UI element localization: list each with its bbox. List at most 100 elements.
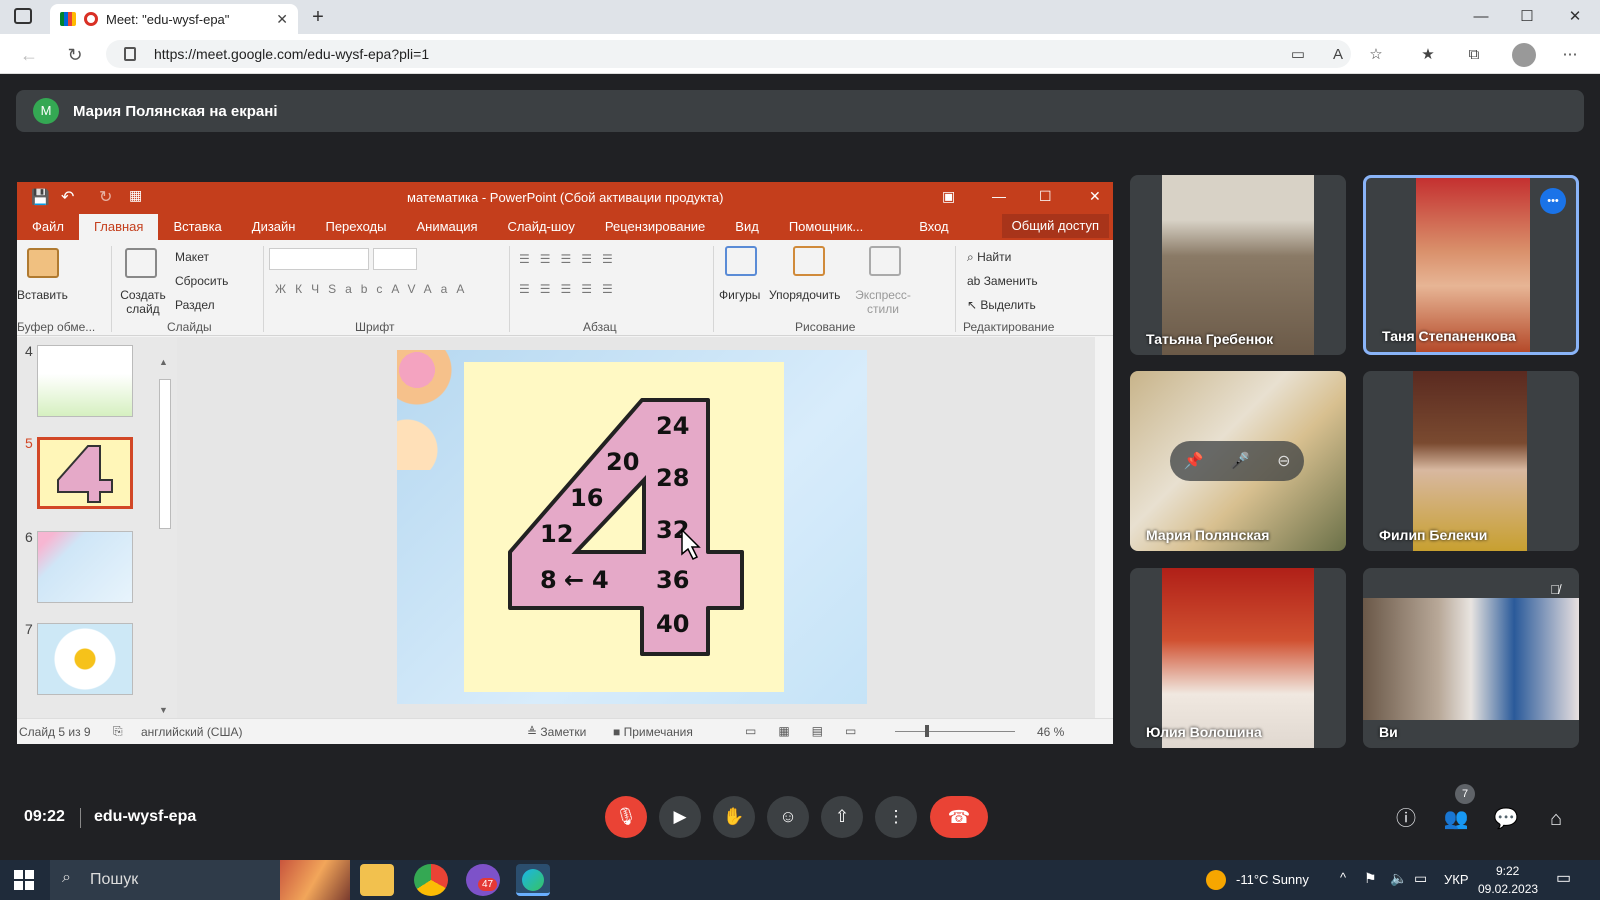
participant-tile[interactable]: Филип Белекчи [1363,371,1579,551]
ppt-maximize-button[interactable]: ☐ [1039,188,1052,205]
language-indicator[interactable]: английский (США) [141,725,242,739]
ppt-minimize-button[interactable]: — [992,188,1006,204]
favorites-icon[interactable]: ★ [1416,44,1440,66]
tab-tell-me[interactable]: Помощник... [774,219,878,234]
tab-review[interactable]: Рецензирование [590,219,720,234]
edge-icon[interactable] [516,864,550,896]
more-options-button[interactable]: ⋮ [875,796,917,838]
section-button[interactable]: Раздел [175,298,215,312]
tray-chevron-icon[interactable]: ^ [1340,870,1346,885]
undo-icon[interactable]: ↶ [61,187,74,207]
arrange-icon[interactable] [793,246,825,276]
raise-hand-button[interactable]: ✋ [713,796,755,838]
view-buttons[interactable]: ▭▦▤▭ [745,724,878,738]
new-slide-icon[interactable] [125,248,157,278]
lock-icon[interactable] [124,47,136,61]
participant-tile[interactable]: 📌 🎤 ⊖ Мария Полянская [1130,371,1346,551]
select-button[interactable]: ↖ Выделить [967,298,1036,312]
shapes-icon[interactable] [725,246,757,276]
new-slide-label[interactable]: Создать слайд [119,288,167,316]
more-menu-icon[interactable]: ⋯ [1558,44,1582,66]
present-button[interactable]: ⇧ [821,796,863,838]
tab-transitions[interactable]: Переходы [310,219,401,234]
reload-button[interactable]: ↻ [62,42,88,68]
list-buttons[interactable]: ☰☰☰☰☰ [519,252,623,266]
mic-toggle-button[interactable]: 🎙 [605,796,647,838]
new-tab-button[interactable]: + [306,6,330,30]
chat-icon[interactable]: 💬 [1493,806,1519,832]
tab-slideshow[interactable]: Слайд-шоу [493,219,590,234]
participant-tile-speaking[interactable]: ••• Таня Степаненкова [1363,175,1579,355]
replace-button[interactable]: ab Заменить [967,274,1038,288]
browser-tab-meet[interactable]: Meet: "edu-wysf-epa" ✕ [50,4,298,34]
zoom-slider[interactable] [895,731,1015,732]
tab-actions-icon[interactable] [14,8,32,24]
comments-button[interactable]: ■ Примечания [613,725,693,739]
zoom-level[interactable]: 46 % [1037,725,1064,739]
signin-link[interactable]: Вход [904,219,963,234]
notes-button[interactable]: ≜ Заметки [527,725,586,739]
read-aloud-icon[interactable]: A [1326,44,1350,66]
align-buttons[interactable]: ☰☰☰☰☰ [519,282,623,296]
redo-icon[interactable]: ↻ [99,187,112,207]
slide-thumbnail-4[interactable] [37,345,133,417]
close-window-button[interactable]: ✕ [1560,6,1590,28]
mute-participant-icon[interactable]: 🎤 [1230,451,1250,471]
url-input[interactable]: https://meet.google.com/edu-wysf-epa?pli… [106,40,1351,68]
weather-text[interactable]: -11°C Sunny [1236,872,1309,887]
start-slideshow-icon[interactable]: ▦ [129,187,142,204]
collections-icon[interactable]: ⧉ [1462,44,1486,66]
paste-icon[interactable] [27,248,59,278]
close-tab-icon[interactable]: ✕ [276,11,288,28]
leave-call-button[interactable]: ☎ [930,796,988,838]
thumbnails-scrollbar[interactable]: ▲ ▼ [157,357,173,719]
file-explorer-icon[interactable] [360,864,394,896]
tab-home[interactable]: Главная [78,214,159,240]
reactions-button[interactable]: ☺ [767,796,809,838]
people-icon[interactable]: 👥 [1443,806,1469,832]
pin-icon[interactable]: 📌 [1183,451,1203,471]
quick-styles-label[interactable]: Экспресс-стили [851,288,915,316]
current-slide[interactable]: 24 20 28 16 12 32 8 ← 4 36 40 [397,350,867,704]
participant-tile[interactable]: 🎙̸ Ви [1363,568,1579,748]
slide-thumbnail-5[interactable] [37,437,133,509]
tab-view[interactable]: Вид [720,219,774,234]
share-button[interactable]: Общий доступ [1001,214,1109,238]
add-favorite-icon[interactable]: ☆ [1364,44,1388,66]
participant-tile[interactable]: Татьяна Гребенюк [1130,175,1346,355]
remove-participant-icon[interactable]: ⊖ [1277,451,1290,471]
participant-tile[interactable]: Юлия Волошина [1130,568,1346,748]
save-icon[interactable]: 💾 [31,188,50,206]
font-size-input[interactable] [373,248,417,270]
quick-styles-icon[interactable] [869,246,901,276]
arrange-label[interactable]: Упорядочить [769,288,840,302]
spellcheck-icon[interactable]: ⎘ [113,724,123,739]
shapes-label[interactable]: Фигуры [719,288,760,302]
camera-toggle-button[interactable]: ▶ [659,796,701,838]
back-button[interactable]: ← [16,42,42,68]
ribbon-display-icon[interactable]: ▣ [942,188,955,205]
tab-design[interactable]: Дизайн [237,219,311,234]
network-icon[interactable]: ▭ [1414,870,1427,887]
clock-date[interactable]: 09.02.2023 [1478,882,1538,896]
tab-animations[interactable]: Анимация [401,219,492,234]
paste-label[interactable]: Вставить [17,288,68,302]
windows-start-icon[interactable] [14,870,34,890]
slide-thumbnail-7[interactable] [37,623,133,695]
minimize-window-button[interactable]: — [1466,6,1496,28]
chrome-icon[interactable] [414,864,448,896]
language-indicator[interactable]: УКР [1444,872,1469,887]
reset-button[interactable]: Сбросить [175,274,228,288]
font-name-input[interactable] [269,248,369,270]
notifications-icon[interactable]: ▭ [1556,868,1571,888]
tab-file[interactable]: Файл [17,219,79,234]
meeting-details-icon[interactable]: ⓘ [1393,806,1419,832]
clock-time[interactable]: 9:22 [1496,864,1519,878]
layout-button[interactable]: Макет [175,250,209,264]
tray-app-icon[interactable]: ⚑ [1364,870,1377,887]
maximize-window-button[interactable]: ☐ [1512,6,1542,28]
ppt-close-button[interactable]: ✕ [1089,188,1101,205]
volume-icon[interactable]: 🔈 [1390,870,1407,887]
activities-icon[interactable]: ⌂ [1543,806,1569,832]
zoom-slider-thumb[interactable] [925,725,929,737]
